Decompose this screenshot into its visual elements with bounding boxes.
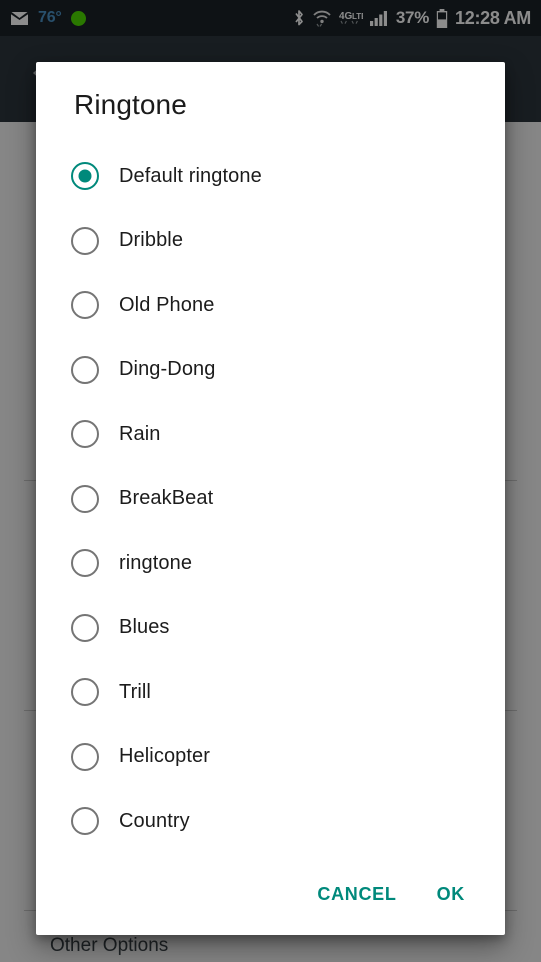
radio-unselected-icon[interactable] <box>71 678 99 707</box>
ringtone-option-label: Blues <box>119 616 170 639</box>
ringtone-option-label: ringtone <box>119 551 193 574</box>
ok-button[interactable]: OK <box>421 874 481 915</box>
radio-selected-icon[interactable] <box>71 162 99 191</box>
radio-unselected-icon[interactable] <box>71 742 99 771</box>
ringtone-option-10[interactable]: Country <box>36 789 505 854</box>
ringtone-option-7[interactable]: Blues <box>36 596 505 661</box>
ringtone-option-8[interactable]: Trill <box>36 660 505 725</box>
radio-unselected-icon[interactable] <box>71 420 99 449</box>
radio-unselected-icon[interactable] <box>71 355 99 384</box>
radio-unselected-icon[interactable] <box>71 291 99 320</box>
ringtone-option-2[interactable]: Old Phone <box>36 273 505 338</box>
ringtone-option-label: Ding-Dong <box>119 358 216 381</box>
ringtone-option-label: Old Phone <box>119 293 215 316</box>
ringtone-option-9[interactable]: Helicopter <box>36 725 505 790</box>
radio-unselected-icon[interactable] <box>71 613 99 642</box>
ringtone-option-5[interactable]: BreakBeat <box>36 467 505 532</box>
dialog-title: Ringtone <box>74 89 187 120</box>
ringtone-option-3[interactable]: Ding-Dong <box>36 338 505 403</box>
ringtone-option-label: Country <box>119 809 190 832</box>
ringtone-option-0[interactable]: Default ringtone <box>36 144 505 209</box>
cancel-button[interactable]: CANCEL <box>301 874 412 915</box>
radio-unselected-icon[interactable] <box>71 226 99 255</box>
ringtone-option-label: BreakBeat <box>119 487 214 510</box>
ringtone-option-label: Helicopter <box>119 745 211 768</box>
ringtone-option-label: Trill <box>119 680 151 703</box>
ringtone-option-6[interactable]: ringtone <box>36 531 505 596</box>
radio-unselected-icon[interactable] <box>71 484 99 513</box>
ringtone-option-label: Rain <box>119 422 161 445</box>
ringtone-option-4[interactable]: Rain <box>36 402 505 467</box>
ringtone-option-label: Dribble <box>119 229 184 252</box>
ringtone-option-1[interactable]: Dribble <box>36 209 505 274</box>
radio-unselected-icon[interactable] <box>71 807 99 836</box>
ringtone-option-label: Default ringtone <box>119 164 262 187</box>
ringtone-dialog: Ringtone Default ringtone Dribble Old Phon… <box>36 62 505 935</box>
radio-unselected-icon[interactable] <box>71 549 99 578</box>
ringtone-option-list[interactable]: Default ringtone Dribble Old Phone Ding-Don… <box>36 144 505 854</box>
dialog-action-bar: CANCEL OK <box>36 854 505 935</box>
